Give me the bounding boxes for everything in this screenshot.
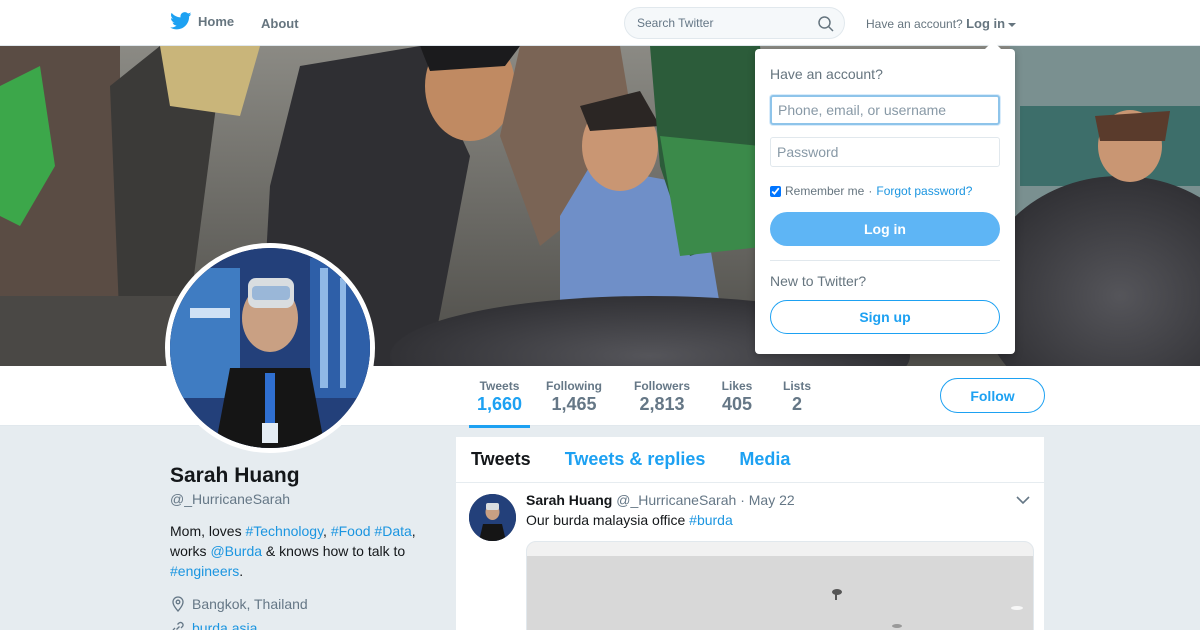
profile-avatar[interactable] [165,243,375,453]
tweet-author-name[interactable]: Sarah Huang [526,492,612,508]
mention-link[interactable]: @Burda [210,543,262,559]
nav-home-label: Home [198,13,235,29]
tweet-header: Sarah Huang @_HurricaneSarah · May 22 [526,492,795,508]
chevron-down-icon[interactable] [1016,495,1030,505]
tweet-author-handle[interactable]: @_HurricaneSarah [616,492,736,508]
remember-me-label: Remember me [785,184,865,198]
hashtag-link[interactable]: #Technology [245,523,323,539]
stat-following[interactable]: Following 1,465 [544,379,604,415]
login-dropdown-title: Have an account? [770,66,883,82]
remember-me-checkbox[interactable] [770,185,781,197]
tab-tweets-replies[interactable]: Tweets & replies [565,449,706,470]
tweet-date[interactable]: May 22 [749,492,795,508]
stat-label: Tweets [479,379,520,393]
hashtag-link[interactable]: #burda [689,512,733,528]
location-pin-icon [172,596,184,612]
stat-value: 1,465 [551,394,597,414]
profile-bio: Mom, loves #Technology, #Food #Data, wor… [170,521,430,581]
stat-tweets[interactable]: Tweets 1,660 [469,379,530,428]
twitter-bird-icon [170,12,192,30]
profile-website[interactable]: burda.asia [170,620,257,630]
username-field[interactable] [770,95,1000,125]
caret-down-icon [1008,22,1017,27]
profile-name[interactable]: Sarah Huang [170,464,300,488]
tab-tweets[interactable]: Tweets [471,449,531,470]
location-text: Bangkok, Thailand [192,596,308,612]
tweet-body: Our burda malaysia office [526,512,690,528]
search-input[interactable] [625,8,805,38]
password-field[interactable] [770,137,1000,167]
follow-button[interactable]: Follow [940,378,1045,413]
forgot-password-link[interactable]: Forgot password? [876,184,972,198]
hashtag-link[interactable]: #Food [331,523,371,539]
tweet-item[interactable]: Sarah Huang @_HurricaneSarah · May 22 Ou… [456,483,1044,630]
stat-lists[interactable]: Lists 2 [781,379,813,415]
stat-value: 2,813 [639,394,685,414]
stat-followers[interactable]: Followers 2,813 [632,379,692,415]
tweet-text: Our burda malaysia office #burda [526,512,733,528]
login-menu-toggle[interactable]: Log in [966,16,1017,31]
bio-text: Mom, loves [170,523,246,539]
nav-home-link[interactable]: Home [170,12,234,30]
login-button[interactable]: Log in [770,212,1000,246]
stat-label: Following [546,379,602,393]
search-box[interactable] [624,7,845,39]
stat-value: 1,660 [476,394,523,414]
stat-label: Lists [782,379,811,393]
tab-media[interactable]: Media [739,449,790,470]
stat-likes[interactable]: Likes 405 [719,379,755,415]
account-area: Have an account? Log in [866,16,1017,31]
stat-value: 405 [721,394,753,414]
tweet-avatar[interactable] [469,494,516,541]
top-navigation-bar: Home About Have an account? Log in [0,0,1200,46]
login-link-label: Log in [966,16,1006,31]
account-prompt: Have an account? [866,17,963,31]
tweet-separator: · [740,492,745,508]
nav-about-link[interactable]: About [261,16,299,31]
bio-text: . [239,563,244,579]
new-to-twitter-text: New to Twitter? [770,273,867,289]
hashtag-link[interactable]: #Data [374,523,411,539]
remember-separator: · [868,184,873,198]
hashtag-link[interactable]: #engineers [170,563,239,579]
remember-row: Remember me · Forgot password? [770,184,972,198]
stat-label: Followers [633,379,690,393]
link-icon [172,621,184,630]
website-link[interactable]: burda.asia [192,620,257,630]
bio-text: , [323,523,331,539]
login-dropdown: Have an account? Remember me · Forgot pa… [755,41,1015,354]
search-icon[interactable] [818,16,834,32]
signup-button[interactable]: Sign up [770,300,1000,334]
stat-value: 2 [791,394,802,414]
timeline-tabs: Tweets Tweets & replies Media [456,437,1044,483]
profile-handle[interactable]: @_HurricaneSarah [170,491,290,507]
stat-label: Likes [721,379,753,393]
divider [770,260,1000,261]
timeline: Tweets Tweets & replies Media Sarah Huan… [456,437,1044,630]
profile-location: Bangkok, Thailand [170,596,308,612]
tweet-media-image[interactable] [526,541,1034,630]
bio-text: & knows how to talk to [262,543,406,559]
